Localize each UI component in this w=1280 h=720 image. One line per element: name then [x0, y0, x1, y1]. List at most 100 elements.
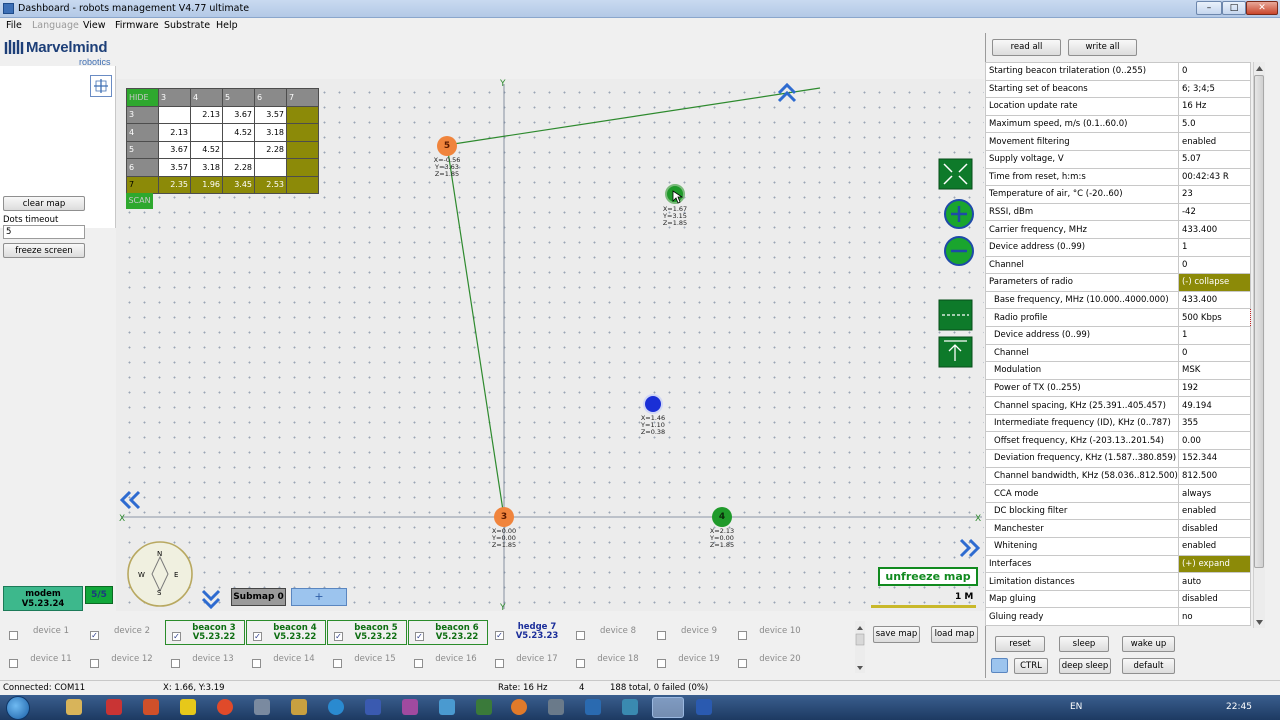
clear-map-button[interactable]: clear map [3, 196, 85, 211]
word-icon[interactable] [696, 699, 712, 715]
device-slot[interactable]: ✓ beacon 6 V5.23.22 [408, 620, 488, 645]
property-row[interactable]: Power of TX (0..255) 192 [985, 378, 1252, 398]
save-map-button[interactable]: save map [873, 626, 920, 643]
fit-map-icon[interactable] [938, 158, 973, 190]
property-row[interactable]: CCA mode always [985, 484, 1252, 503]
property-row[interactable]: Location update rate 16 Hz [985, 97, 1252, 116]
device-checkbox[interactable]: ✓ [495, 631, 504, 640]
property-row[interactable]: Whitening enabled [985, 537, 1252, 556]
property-value[interactable]: 0 [1177, 62, 1252, 81]
property-row[interactable]: Supply voltage, V 5.07 [985, 149, 1252, 169]
app-icon-10[interactable] [402, 699, 418, 715]
app-icon-9[interactable] [365, 699, 381, 715]
menu-file[interactable]: File [6, 20, 22, 31]
device-checkbox[interactable] [252, 659, 261, 668]
device-checkbox[interactable] [738, 631, 747, 640]
property-row[interactable]: Map gluing disabled [985, 589, 1252, 609]
app-icon-6[interactable] [254, 699, 270, 715]
property-value[interactable]: 0 [1177, 343, 1252, 363]
app-icon-15[interactable] [585, 699, 601, 715]
device-checkbox[interactable]: ✓ [334, 632, 343, 641]
beacon-5-marker[interactable]: 5 [437, 136, 457, 156]
property-row[interactable]: Maximum speed, m/s (0.1..60.0) 5.0 [985, 114, 1252, 134]
property-value[interactable]: 5.0 [1177, 114, 1252, 134]
property-row[interactable]: Deviation frequency, KHz (1.587..380.859… [985, 449, 1252, 468]
device-slot[interactable]: device 20 [732, 648, 812, 673]
property-row[interactable]: DC blocking filter enabled [985, 501, 1252, 521]
device-slot[interactable]: device 11 [3, 648, 83, 673]
device-checkbox[interactable] [414, 659, 423, 668]
property-row[interactable]: Channel spacing, KHz (25.391..405.457) 49… [985, 396, 1252, 415]
property-value[interactable]: 192 [1177, 378, 1252, 398]
device-slot[interactable]: device 16 [408, 648, 488, 673]
property-value[interactable]: 433.400 [1177, 220, 1252, 239]
scroll-down-arrow-icon[interactable] [1255, 619, 1264, 627]
zoom-in-icon[interactable] [944, 199, 974, 229]
property-group-toggle[interactable]: (+) expand [1177, 554, 1252, 574]
device-checkbox[interactable] [576, 631, 585, 640]
app-icon-12[interactable] [476, 699, 492, 715]
device-slot[interactable]: device 8 [570, 620, 650, 645]
property-value[interactable]: 16 Hz [1177, 97, 1252, 116]
property-row[interactable]: Channel 0 [985, 255, 1252, 275]
reset-button[interactable]: reset [995, 636, 1045, 652]
scan-button[interactable]: SCAN [126, 193, 153, 209]
device-checkbox[interactable]: ✓ [253, 632, 262, 641]
device-checkbox[interactable]: ✓ [415, 632, 424, 641]
property-value[interactable]: 500 Kbps [1177, 308, 1252, 327]
device-checkbox[interactable] [495, 659, 504, 668]
property-row[interactable]: Manchester disabled [985, 519, 1252, 539]
split-view-icon[interactable] [938, 299, 973, 331]
property-value[interactable]: disabled [1177, 589, 1252, 609]
property-row[interactable]: Temperature of air, °C (-20..60) 23 [985, 185, 1252, 204]
device-checkbox[interactable] [576, 659, 585, 668]
wake-up-button[interactable]: wake up [1122, 636, 1175, 652]
property-value[interactable]: enabled [1177, 132, 1252, 151]
menu-firmware[interactable]: Firmware [115, 20, 159, 31]
ctrl-indicator[interactable] [991, 658, 1008, 673]
chrome-icon[interactable] [217, 699, 233, 715]
property-value[interactable]: 5.07 [1177, 149, 1252, 169]
app-icon-4[interactable] [180, 699, 196, 715]
property-row[interactable]: Intermediate frequency (ID), KHz (0..787… [985, 413, 1252, 433]
modem-button[interactable]: modem V5.23.24 [3, 586, 83, 611]
device-slot[interactable]: device 18 [570, 648, 650, 673]
property-row[interactable]: Offset frequency, KHz (-203.13..201.54) 0… [985, 431, 1252, 451]
scroll-down-chevron-icon[interactable] [201, 589, 221, 610]
hedge-7-marker[interactable] [645, 396, 661, 412]
device-checkbox[interactable]: ✓ [172, 632, 181, 641]
property-row[interactable]: Device address (0..99) 1 [985, 325, 1252, 345]
device-slot[interactable]: device 19 [651, 648, 731, 673]
property-row[interactable]: Parameters of radio (-) collapse [985, 273, 1252, 292]
write-all-button[interactable]: write all [1068, 39, 1137, 56]
start-button[interactable] [6, 696, 30, 720]
app-icon-16[interactable] [622, 699, 638, 715]
zoom-out-icon[interactable] [944, 236, 974, 266]
property-value[interactable]: -42 [1177, 202, 1252, 222]
property-group-toggle[interactable]: (-) collapse [1177, 273, 1252, 292]
property-value[interactable]: 0.00 [1177, 431, 1252, 451]
unfreeze-map-button[interactable]: unfreeze map [878, 567, 978, 586]
close-button[interactable]: ✕ [1246, 1, 1278, 15]
property-row[interactable]: Device address (0..99) 1 [985, 237, 1252, 257]
property-value[interactable]: 23 [1177, 185, 1252, 204]
device-checkbox[interactable] [90, 659, 99, 668]
sleep-button[interactable]: sleep [1059, 636, 1109, 652]
device-slot[interactable]: device 12 [84, 648, 164, 673]
property-row[interactable]: Modulation MSK [985, 361, 1252, 380]
property-value[interactable]: 6; 3;4;5 [1177, 79, 1252, 99]
device-checkbox[interactable] [171, 659, 180, 668]
property-value[interactable]: 00:42:43 R [1177, 167, 1252, 187]
axis-toggle-icon[interactable] [90, 75, 112, 97]
submap-label[interactable]: Submap 0 [231, 588, 286, 606]
scroll-up-arrow-icon[interactable] [1255, 64, 1264, 72]
device-slot[interactable]: device 1 [3, 620, 83, 645]
upload-map-icon[interactable] [938, 336, 973, 368]
device-slot[interactable]: ✓ beacon 5 V5.23.22 [327, 620, 407, 645]
device-slot[interactable]: device 13 [165, 648, 245, 673]
property-value[interactable]: 433.400 [1177, 290, 1252, 310]
property-row[interactable]: Limitation distances auto [985, 572, 1252, 591]
read-all-button[interactable]: read all [992, 39, 1061, 56]
property-row[interactable]: Carrier frequency, MHz 433.400 [985, 220, 1252, 239]
submap-add-button[interactable]: + [291, 588, 347, 606]
